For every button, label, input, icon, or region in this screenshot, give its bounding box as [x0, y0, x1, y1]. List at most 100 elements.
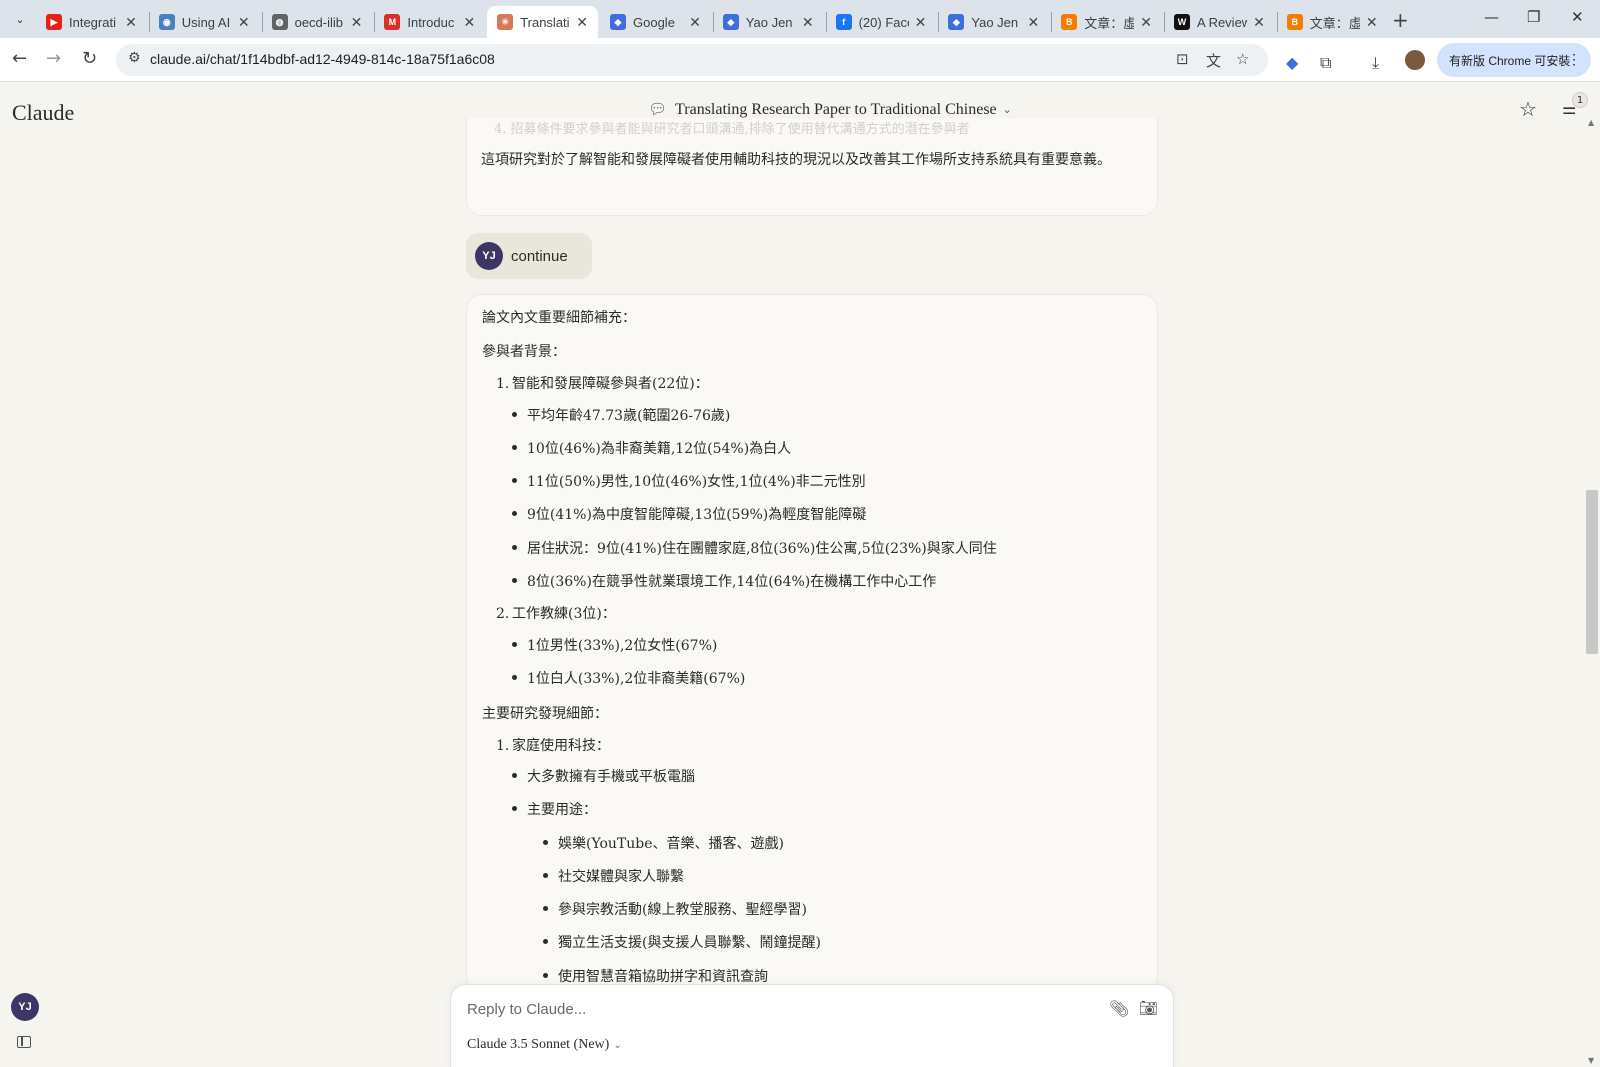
chat-title-dropdown[interactable]: 💬︎ Translating Research Paper to Traditi… — [648, 100, 1012, 119]
browser-tab-title: Integrati — [69, 14, 116, 30]
browser-tab-title: 文章：虛 — [1309, 15, 1360, 31]
blogger-icon: B — [1061, 14, 1078, 30]
tab-separator — [261, 12, 263, 32]
user-message: YJ continue — [466, 233, 592, 279]
browser-tab[interactable]: ◉ Using AI ✕ — [149, 6, 260, 38]
download-icon[interactable]: ⤓ — [1372, 53, 1379, 73]
browser-tab[interactable]: ◍ oecd-ilib ✕ — [262, 6, 373, 38]
user-message-text: continue — [511, 247, 568, 265]
site-settings-icon[interactable]: ⚙ — [128, 50, 141, 66]
browser-tab-title: Yao Jen — [971, 14, 1019, 30]
browser-tab[interactable]: ◆ Google ✕ — [600, 6, 711, 38]
tab-separator — [825, 12, 827, 32]
tab-search-chevron-icon[interactable]: ⌄ — [8, 7, 32, 31]
bullet-icon — [512, 510, 517, 516]
paperclip-attach-icon[interactable]: 📎︎ — [1109, 999, 1129, 1018]
list-item: 1. 家庭使用科技： — [496, 735, 610, 755]
close-tab-icon[interactable]: ✕ — [351, 14, 363, 31]
list-item: 大多數擁有手機或平板電腦 — [512, 766, 695, 786]
assistant-reply: 論文內文重要細節補充： 參與者背景： 1. 智能和發展障礙參與者(22位)： 平均年齡4… — [466, 294, 1158, 994]
close-tab-icon[interactable]: ✕ — [1027, 14, 1039, 31]
translate-icon[interactable]: 文 — [1206, 50, 1221, 71]
browser-tab[interactable]: ✳ Translati ✕ — [487, 6, 598, 38]
list-item: 1位白人(33%),2位非裔美籍(67%) — [512, 668, 745, 688]
forward-arrow-icon[interactable]: → — [46, 48, 61, 69]
bullet-icon — [512, 805, 517, 811]
list-item: 10位(46%)為非裔美籍,12位(54%)為白人 — [512, 438, 791, 458]
scroll-down-arrow-icon[interactable]: ▼ — [1588, 1056, 1594, 1065]
browser-tab[interactable]: ◆ Yao Jen ✕ — [938, 6, 1049, 38]
list-item-text: 獨立生活支援(與支援人員聯繫、鬧鐘提醒) — [558, 935, 821, 951]
new-tab-plus-icon[interactable]: + — [1392, 8, 1409, 32]
gemini-extension-icon[interactable]: ◆ — [1286, 53, 1298, 72]
browser-tab[interactable]: ▶ Integrati ✕ — [36, 6, 147, 38]
list-item: 居住狀況：9位(41%)住在團體家庭,8位(36%)住公寓,5位(23%)與家人… — [512, 538, 997, 558]
blogger-icon: B — [1286, 14, 1303, 30]
close-tab-icon[interactable]: ✕ — [1140, 14, 1152, 31]
browser-tab[interactable]: f (20) Face ✕ — [826, 6, 937, 38]
close-tab-icon[interactable]: ✕ — [802, 14, 814, 31]
list-item: 1位男性(33%),2位女性(67%) — [512, 635, 717, 655]
chat-bubble-icon: 💬︎ — [648, 102, 668, 118]
extensions-puzzle-icon[interactable]: ⧉ — [1320, 53, 1331, 73]
scroll-up-arrow-icon[interactable]: ▲ — [1588, 118, 1594, 127]
browser-tab[interactable]: B 文章：虛 ✕ — [1277, 6, 1388, 38]
url-text[interactable]: claude.ai/chat/1f14bdbf-ad12-4949-814c-1… — [150, 51, 495, 67]
browser-tab[interactable]: ◆ Yao Jen ✕ — [713, 6, 824, 38]
list-item-text: 參與者背景： — [482, 344, 566, 360]
bullet-icon — [512, 772, 517, 778]
gemini-icon: ◆ — [722, 14, 739, 30]
sidebar-user-avatar[interactable]: YJ — [11, 993, 39, 1021]
install-app-icon[interactable]: ⊡ — [1176, 50, 1189, 68]
reply-input-placeholder[interactable]: Reply to Claude... — [467, 1001, 586, 1018]
chrome-update-button[interactable]: 有新版 Chrome 可安裝 ⋮ — [1437, 43, 1591, 77]
camera-screenshot-icon[interactable]: 📷︎ — [1139, 999, 1158, 1017]
browser-tab[interactable]: M Introduc ✕ — [374, 6, 485, 38]
close-tab-icon[interactable]: ✕ — [1366, 14, 1378, 31]
close-tab-icon[interactable]: ✕ — [576, 14, 588, 31]
list-item-text: 10位(46%)為非裔美籍,12位(54%)為白人 — [527, 441, 792, 457]
close-tab-icon[interactable]: ✕ — [463, 14, 475, 31]
profile-avatar[interactable] — [1405, 50, 1425, 70]
close-window-icon[interactable]: ✕ — [1571, 8, 1584, 26]
address-bar[interactable]: ⚙ claude.ai/chat/1f14bdbf-ad12-4949-814c… — [116, 44, 1268, 76]
minimize-icon[interactable]: — — [1484, 8, 1499, 26]
list-item-text: 社交媒體與家人聯繫 — [558, 869, 684, 885]
claude-logo[interactable]: Claude — [12, 100, 74, 126]
close-tab-icon[interactable]: ✕ — [125, 14, 137, 31]
reply-paragraph: 參與者背景： — [482, 341, 566, 361]
more-menu-icon[interactable]: ⋮ — [1567, 51, 1581, 68]
list-item-text: 主要研究發現細節： — [482, 706, 608, 722]
sidebar-toggle-icon[interactable] — [17, 1036, 31, 1048]
close-tab-icon[interactable]: ✕ — [689, 14, 701, 31]
close-tab-icon[interactable]: ✕ — [1253, 14, 1265, 31]
browser-tab-strip: ⌄ ▶ Integrati ✕ ◉ Using AI ✕ ◍ oecd-ilib ✕ M Intro… — [0, 0, 1600, 38]
close-tab-icon[interactable]: ✕ — [915, 14, 927, 31]
back-arrow-icon[interactable]: ← — [12, 48, 27, 69]
tab-separator — [1164, 12, 1165, 32]
reload-icon[interactable]: ↻ — [82, 48, 97, 69]
reply-composer[interactable]: Reply to Claude... 📎︎ 📷︎ Claude 3.5 Sonn… — [450, 984, 1174, 1067]
bookmark-star-icon[interactable]: ☆ — [1236, 50, 1249, 68]
list-number: 1. — [496, 738, 510, 754]
browser-tab[interactable]: W A Review ✕ — [1164, 6, 1275, 38]
star-chat-icon[interactable]: ☆ — [1519, 97, 1537, 121]
browser-tab[interactable]: B 文章：虛 ✕ — [1051, 6, 1162, 38]
list-item-text: 使用智慧音箱協助拼字和資訊查詢 — [558, 969, 768, 985]
list-item-text: 11位(50%)男性,10位(46%)女性,1位(4%)非二元性別 — [527, 474, 866, 490]
scrollbar-thumb[interactable] — [1586, 490, 1598, 654]
list-item: 1. 智能和發展障礙參與者(22位)： — [496, 373, 709, 393]
bullet-icon — [543, 839, 548, 845]
browser-tab-title: Translati — [520, 14, 570, 30]
bullet-icon — [543, 872, 548, 878]
gmail-icon: M — [384, 14, 401, 30]
tab-separator — [148, 12, 150, 32]
tab-separator — [374, 12, 376, 32]
close-tab-icon[interactable]: ✕ — [238, 14, 250, 31]
list-item-text: 論文內文重要細節補充： — [482, 310, 636, 326]
restore-window-icon[interactable]: ❐ — [1527, 8, 1540, 26]
model-selector[interactable]: Claude 3.5 Sonnet (New) ⌄ — [467, 1037, 622, 1053]
tab-separator — [712, 12, 714, 32]
browser-tab-title: Introduc — [407, 14, 455, 30]
browser-tab-title: Using AI — [181, 14, 231, 30]
